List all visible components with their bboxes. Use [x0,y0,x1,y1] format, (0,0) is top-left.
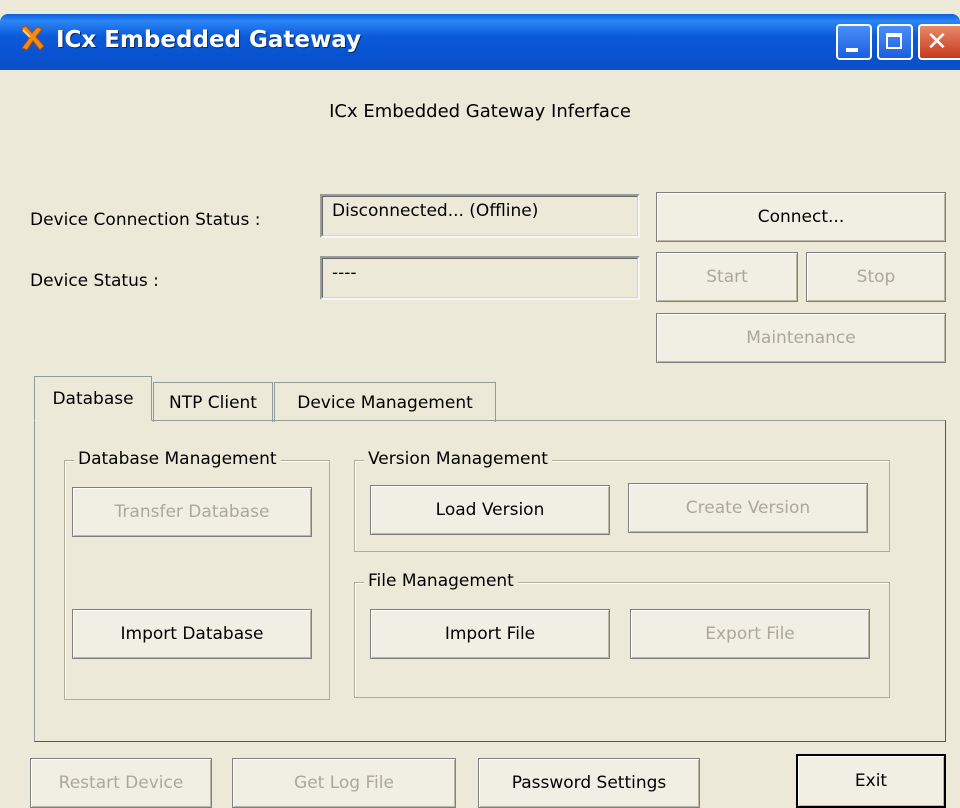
load-version-button[interactable]: Load Version [370,485,610,535]
start-button[interactable]: Start [656,252,798,302]
file-management-title: File Management [364,571,518,591]
maintenance-button[interactable]: Maintenance [656,313,946,363]
connection-status-field: Disconnected... (Offline) [320,194,640,238]
create-version-button[interactable]: Create Version [628,483,868,533]
title-bar[interactable]: ICx Embedded Gateway ✕ [0,14,960,70]
maximize-button[interactable] [877,24,913,60]
device-status-label: Device Status : [30,271,159,291]
tab-database[interactable]: Database [34,376,152,421]
get-log-file-button[interactable]: Get Log File [232,758,456,808]
minimize-icon [846,48,858,52]
connection-status-label: Device Connection Status : [30,210,261,230]
database-management-title: Database Management [74,449,281,469]
window-title: ICx Embedded Gateway [56,27,362,53]
x-logo-icon [20,25,45,51]
close-button[interactable]: ✕ [918,24,960,60]
exit-button[interactable]: Exit [796,754,946,808]
minimize-button[interactable] [836,24,872,60]
import-file-button[interactable]: Import File [370,609,610,659]
maximize-icon [886,33,902,49]
password-settings-button[interactable]: Password Settings [478,758,700,808]
device-status-field: ---- [320,256,640,300]
restart-device-button[interactable]: Restart Device [30,758,212,808]
export-file-button[interactable]: Export File [630,609,870,659]
close-icon: ✕ [926,27,948,57]
transfer-database-button[interactable]: Transfer Database [72,487,312,537]
interface-heading: ICx Embedded Gateway Inferface [329,101,631,122]
connect-button[interactable]: Connect... [656,192,946,242]
version-management-title: Version Management [364,449,552,469]
tab-device-management[interactable]: Device Management [274,382,496,422]
stop-button[interactable]: Stop [806,252,946,302]
tab-ntp-client[interactable]: NTP Client [153,382,273,422]
import-database-button[interactable]: Import Database [72,609,312,659]
